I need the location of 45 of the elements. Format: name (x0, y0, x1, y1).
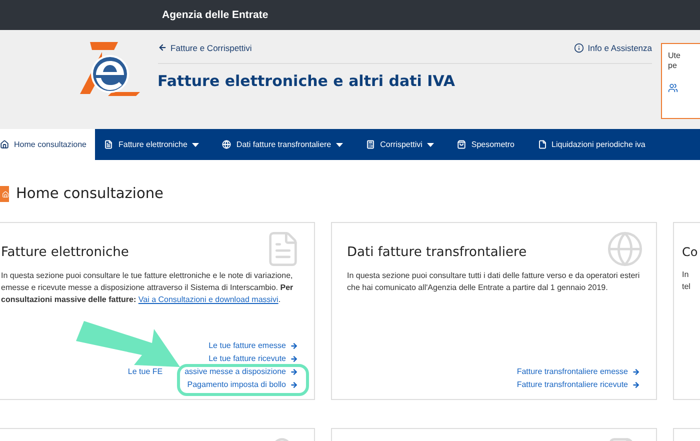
card-description: In (682, 269, 690, 281)
nav-icon (366, 140, 376, 149)
nav-tab[interactable]: Dati fatture transfrontaliere (213, 129, 358, 160)
agency-name: Agenzia delle Entrate (162, 9, 268, 21)
nav-icon (0, 140, 9, 149)
card-link[interactable]: Pagamento imposta di bollo (187, 380, 298, 389)
consultation-link[interactable]: Vai a Consultazioni e download massivi (138, 295, 278, 304)
card-link[interactable]: Fatture transfrontaliere ricevute (516, 380, 640, 389)
card-title: Co (682, 245, 699, 259)
arrow-right-icon (290, 342, 298, 350)
globe-icon (606, 230, 644, 268)
user-text: pe (668, 61, 678, 70)
nav-icon (104, 140, 114, 149)
card-description: In questa sezione puoi consultare tutti i dati delle fatture verso e da operatori esteri che hai comunicato all'Agenzia delle Entrate a partire dal 1 gennaio 2019. (347, 270, 641, 294)
card-title: Fatture elettroniche (1, 245, 130, 260)
back-link[interactable]: Fatture e Corrispettivi (158, 42, 252, 52)
card-link[interactable]: Le tue fatture ricevute (208, 354, 298, 363)
card-description: tel (682, 281, 692, 293)
nav-tab[interactable]: Liquidazioni periodiche iva (528, 129, 660, 160)
nav-tab[interactable]: Home consultazione (0, 129, 96, 160)
card-title: Dati fatture transfrontaliere (347, 245, 528, 260)
arrow-left-icon (158, 43, 167, 52)
arrow-right-icon (632, 380, 640, 388)
user-text: Ute (668, 51, 682, 60)
arrow-right-icon (290, 354, 298, 362)
arrow-right-icon (290, 368, 298, 376)
nav-icon (222, 140, 232, 149)
page-header-title: Fatture elettroniche e altri dati IVA (158, 72, 456, 90)
home-icon (0, 186, 9, 202)
arrow-right-icon (290, 380, 298, 388)
nav-tab[interactable]: Fatture elettroniche (95, 129, 214, 160)
page-title: Home consultazione (16, 186, 164, 202)
nav-icon (457, 140, 466, 149)
card-description: In questa sezione puoi consultare le tue fatture elettroniche e le note di variazione, emesse e ricevute messe a disposizione attraverso il Sistema di Interscambio. Per consultazioni massive delle fatture: Vai a Consultazioni e download massivi. (1, 270, 294, 306)
card-link[interactable]: Fatture transfrontaliere emesse (516, 367, 640, 376)
logo-icon (78, 42, 142, 98)
nav-tab[interactable]: Spesometro (448, 129, 529, 160)
arrow-right-icon (632, 368, 640, 376)
nav-icon (538, 140, 547, 149)
card-link[interactable]: Le tue fatture emesse (208, 341, 298, 350)
card-link[interactable]: Le tue FE assive messe a disposizione (128, 367, 298, 376)
help-link[interactable]: Info e Assistenza (574, 42, 652, 52)
nav-tab[interactable]: Corrispettivi (357, 129, 448, 160)
users-icon (668, 83, 678, 93)
info-icon (574, 42, 584, 52)
